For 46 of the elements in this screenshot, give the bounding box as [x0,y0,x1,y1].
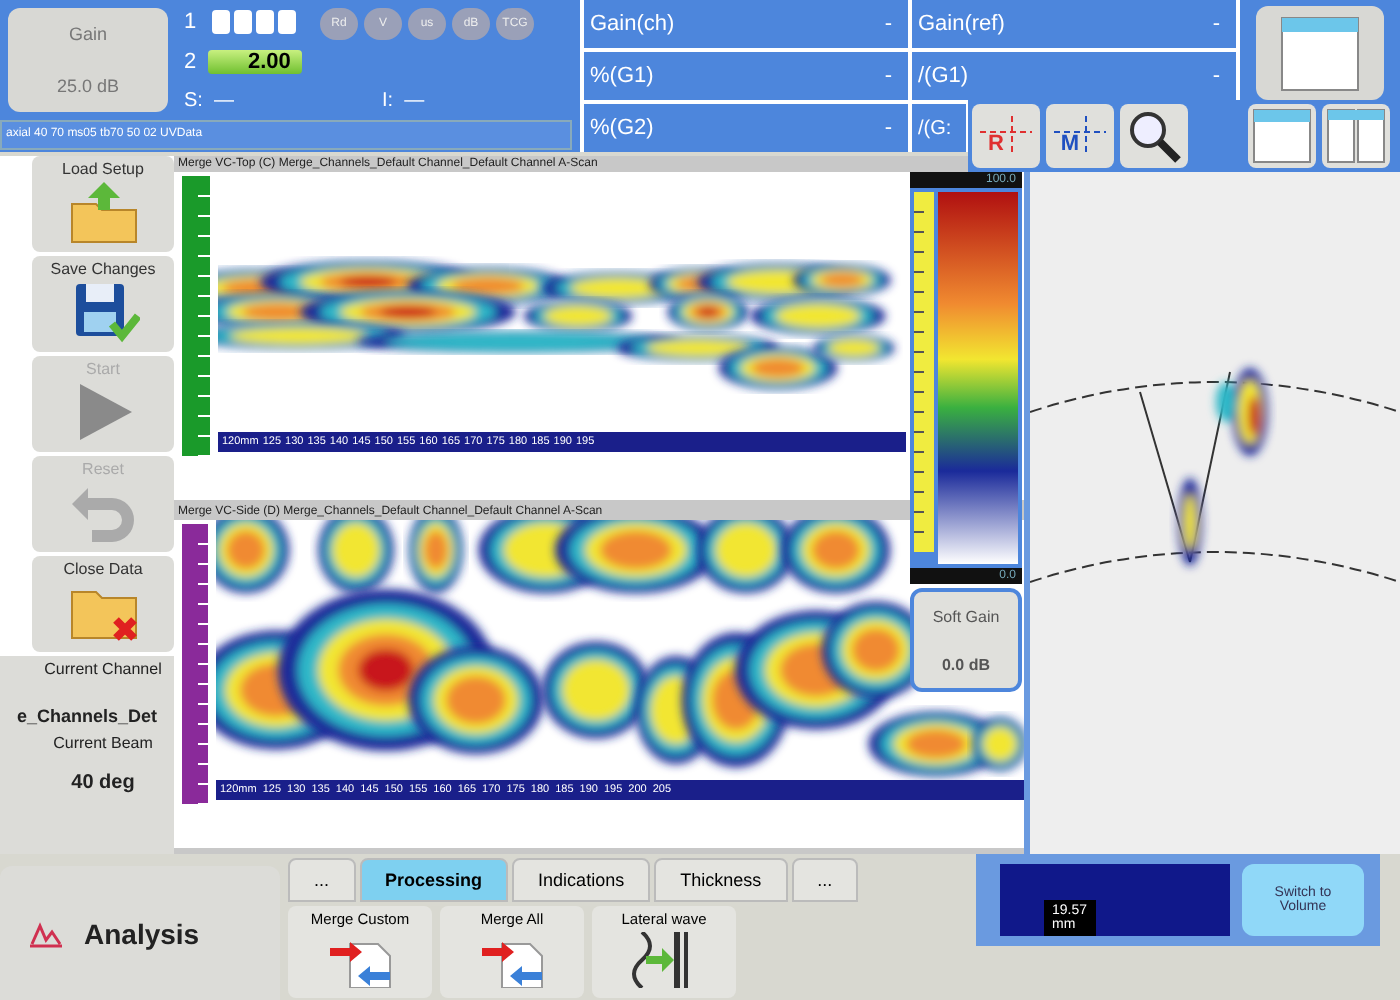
channel-number: 1 [184,10,199,34]
dropdown-field[interactable]: /(G: [912,104,966,152]
dropdown-field[interactable]: /(G1) - [912,52,1236,100]
split-window-button[interactable] [1322,104,1390,168]
current-channel-label: Current Channel [44,660,162,678]
tab[interactable]: ... [288,858,356,902]
mode-title: Analysis [84,917,200,949]
gain-label: Gain [68,24,107,44]
current-beam-label: Current Beam [53,734,153,752]
crosshair-icon [976,116,1036,156]
dropdown-field[interactable]: Gain(ch) - [584,0,908,48]
gain-display[interactable]: Gain 25.0 dB [8,8,168,112]
split-window-icon [1326,108,1386,164]
soft-gain-display[interactable]: Soft Gain 0.0 dB [910,588,1022,692]
soft-gain-label: Soft Gain [932,607,1000,625]
current-channel-value: e_Channels_Det [16,706,158,726]
sidebar-button[interactable]: Load Setup [32,156,174,252]
readout-text: S: — [184,89,237,111]
dropdown-field[interactable]: %(G2) - [584,104,908,152]
tab[interactable]: Indications [512,858,651,902]
dropdown-field[interactable]: %(G1) - [584,52,908,100]
window-button[interactable] [1256,6,1384,100]
sidebar-button[interactable]: Close Data [32,556,174,652]
heat-spot [782,520,890,594]
window-icon [1252,108,1312,164]
soft-gain-value: 0.0 dB [941,655,990,673]
search-icon [1126,108,1182,164]
folder-upload-icon [67,180,139,244]
toolbar-button[interactable]: M [1046,104,1114,168]
crosshair-icon [1050,116,1110,156]
toolbar-button[interactable] [1120,104,1188,168]
window-button[interactable] [1248,104,1316,168]
heat-spot [542,641,650,739]
gain-value: 25.0 dB [56,76,120,96]
tab[interactable]: Thickness [654,858,788,902]
sidebar-button[interactable]: Save Changes [32,256,174,352]
toolbar-button[interactable]: R [972,104,1040,168]
readout-text: I: — [382,89,427,111]
current-beam-value: 40 deg [71,772,135,794]
window-icon [1280,15,1360,91]
chart-icon [28,917,68,949]
dropdown-field[interactable]: Gain(ref) - [912,0,1236,48]
tab[interactable]: ... [791,858,859,902]
channel-value[interactable]: 2.00 [208,50,303,74]
channel-number: 2 [184,50,199,74]
tab[interactable]: Processing [359,858,509,902]
